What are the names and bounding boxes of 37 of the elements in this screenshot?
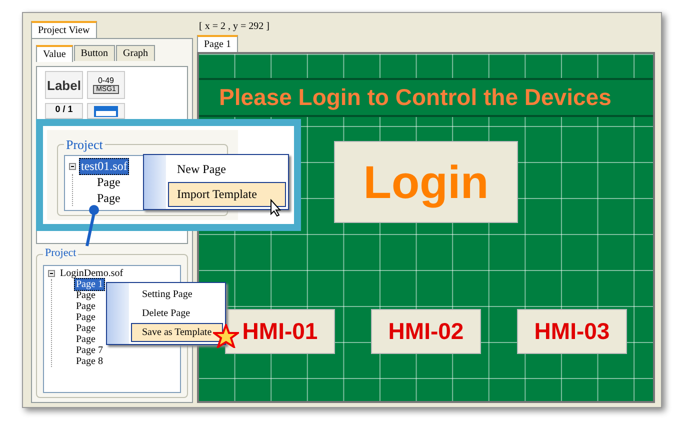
callout-line <box>85 205 99 247</box>
menu-item[interactable]: Save as Template <box>131 323 223 342</box>
tree-item[interactable]: Page <box>74 322 98 335</box>
group-title: Project <box>64 137 105 153</box>
tool-text: 0-49 <box>98 76 114 85</box>
tree-item[interactable]: Page <box>95 174 122 190</box>
label-tool[interactable]: Label <box>45 71 83 99</box>
tree-item[interactable]: Page <box>74 333 98 346</box>
group-title: Project <box>43 247 78 259</box>
device-button[interactable]: HMI-01 <box>225 309 335 354</box>
tab[interactable]: Graph <box>116 45 156 61</box>
device-button[interactable]: HMI-03 <box>517 309 627 354</box>
tool-text: 0 / 1 <box>55 104 73 114</box>
tree-item[interactable]: Page <box>74 311 98 324</box>
tree-item[interactable]: test01.sof <box>79 158 130 174</box>
heading-banner: Please Login to Control the Devices <box>199 78 653 117</box>
calendar-icon <box>94 106 118 116</box>
tree-item[interactable]: Page 1 <box>74 278 105 291</box>
collapse-icon[interactable] <box>69 162 76 170</box>
menu-item[interactable]: Import Template <box>168 182 286 207</box>
tree-item[interactable]: Page <box>95 190 122 206</box>
device-button[interactable]: HMI-02 <box>371 309 481 354</box>
tool-text: Label <box>47 78 81 92</box>
tree-item[interactable]: Page <box>74 300 98 313</box>
tab[interactable]: Value <box>36 45 73 62</box>
calendar-tool[interactable] <box>87 103 125 119</box>
tree-item[interactable]: Page 7 <box>74 344 105 357</box>
page-tab[interactable]: Page 1 <box>197 35 238 52</box>
coordinates-label: [ x = 2 , y = 292 ] <box>198 21 270 34</box>
binary-tool[interactable]: 0 / 1 <box>45 103 83 119</box>
star-icon <box>212 324 239 348</box>
panel-tab[interactable]: Project View <box>31 21 97 38</box>
tree-item[interactable]: Page <box>74 289 98 302</box>
tree-item[interactable]: Page 8 <box>74 355 105 368</box>
tree-item[interactable]: LoginDemo.sof <box>58 267 126 280</box>
tab[interactable]: Button <box>74 45 116 61</box>
collapse-icon[interactable] <box>48 270 55 277</box>
